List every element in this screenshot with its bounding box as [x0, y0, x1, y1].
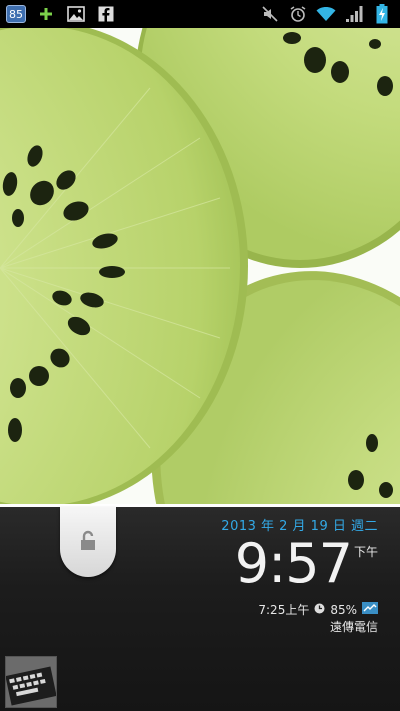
wifi-icon: [316, 4, 336, 24]
next-alarm-time: 7:25上午: [258, 603, 310, 617]
alarm-battery-row: 7:25上午 85%: [258, 601, 378, 618]
carrier-name: 遠傳電信: [329, 620, 378, 634]
alarm-icon: [288, 4, 308, 24]
lockscreen-panel: 2013 年 2 月 19 日 週二 9:57 下午 7:25上午 85% 遠傳…: [0, 507, 400, 711]
mute-icon: [260, 4, 280, 24]
battery-charging-icon: [372, 4, 392, 24]
status-bar: 85: [0, 0, 400, 28]
lockscreen-clock: 9:57: [234, 532, 353, 595]
gallery-icon: [66, 4, 86, 24]
status-bar-notifications: 85: [0, 4, 116, 24]
plus-icon: [36, 4, 56, 24]
signal-icon: [344, 4, 364, 24]
wallpaper-kiwi: [0, 28, 400, 504]
unlock-icon: [77, 529, 99, 555]
unlock-handle[interactable]: [60, 507, 116, 577]
lockscreen-ampm: 下午: [353, 545, 378, 559]
notification-thumbnail[interactable]: [5, 656, 57, 708]
facebook-icon: [96, 4, 116, 24]
status-bar-system: [260, 4, 400, 24]
kiwi-wallpaper-image: [0, 28, 400, 504]
calendar-badge-icon: 85: [6, 5, 26, 23]
keyboard-thumbnail-icon: [6, 657, 56, 707]
alarm-clock-icon: [314, 603, 325, 617]
battery-percent: 85%: [330, 602, 357, 617]
charging-status-icon: [362, 602, 378, 617]
